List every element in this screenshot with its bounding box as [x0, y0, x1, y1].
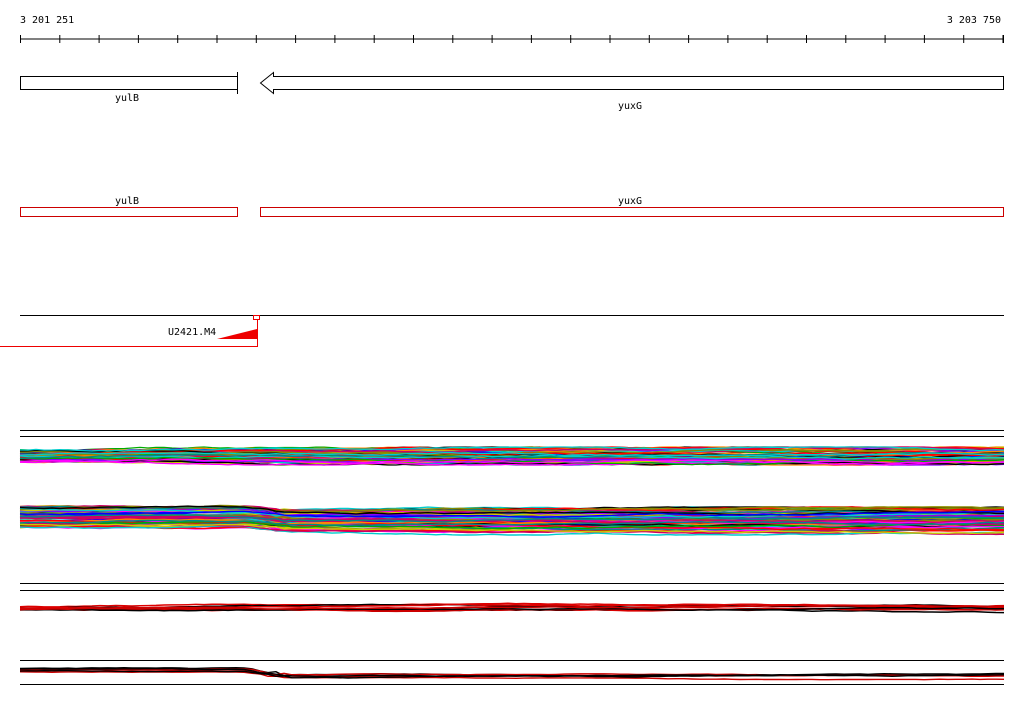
annotation-yulB-label: yulB: [115, 196, 139, 207]
profile-panel-c: [19, 602, 1005, 614]
profile-panel-b: [19, 504, 1005, 536]
coordinate-ruler: 3 201 251 3 203 750: [20, 15, 1004, 43]
annotation-yuxG-box[interactable]: [260, 207, 1004, 217]
ruler-end-label: 3 203 750: [947, 15, 1001, 26]
annotation-yulB-box[interactable]: [20, 207, 238, 217]
annotation-yuxG-label: yuxG: [618, 196, 642, 207]
promoter-signal-ramp: [217, 329, 257, 339]
expression-profiles: [19, 430, 1005, 685]
annotation-yulB[interactable]: yulB: [20, 196, 238, 217]
ruler-start-label: 3 201 251: [20, 15, 74, 26]
annotation-yuxG[interactable]: yuxG: [260, 196, 1004, 217]
genome-browser-view: 3 201 251 3 203 750 yulB yuxG yulB yuxG: [0, 15, 1005, 685]
promoter-marker[interactable]: [253, 315, 260, 320]
profile-panel-a: [19, 446, 1005, 466]
promoter-label[interactable]: U2421.M4: [168, 327, 216, 338]
gene-yuxG-arrow[interactable]: [259, 71, 1004, 95]
gene-yulB-label: yulB: [115, 93, 139, 104]
promoter-track: U2421.M4: [0, 315, 1004, 347]
gene-track: yulB yuxG: [20, 71, 1004, 113]
annotation-track: yulB yuxG: [20, 196, 1004, 217]
gene-yulB-box[interactable]: [20, 76, 238, 90]
gene-yuxG-label: yuxG: [618, 101, 642, 112]
gene-yuxG[interactable]: yuxG: [259, 71, 1004, 113]
profile-panel-d: [19, 666, 1005, 681]
gene-yulB[interactable]: yulB: [20, 72, 238, 104]
